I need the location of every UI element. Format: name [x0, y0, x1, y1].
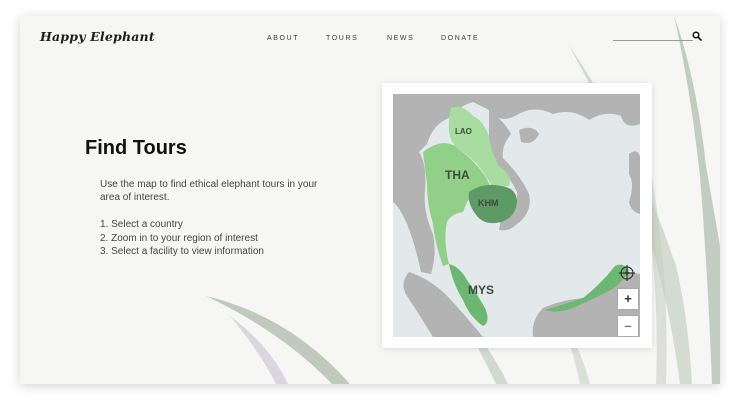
nav-about[interactable]: ABOUT	[267, 35, 299, 42]
map-label-tha: THA	[445, 168, 470, 182]
compass-icon[interactable]	[618, 264, 636, 282]
instruction-step: 2. Zoom in to your region of interest	[100, 232, 258, 244]
map-label-lao: LAO	[455, 127, 472, 136]
map-label-mys: MYS	[468, 283, 494, 297]
zoom-in-button[interactable]: +	[618, 289, 638, 309]
page-title: Find Tours	[85, 137, 187, 159]
map-card: LAO THA KHM MYS + –	[382, 83, 652, 348]
instruction-list: 1. Select a country 2. Zoom in to your r…	[100, 218, 264, 259]
nav-news[interactable]: NEWS	[387, 35, 414, 42]
instruction-step: 3. Select a facility to view information	[100, 246, 264, 257]
nav-donate[interactable]: DONATE	[441, 35, 479, 42]
zoom-out-button[interactable]: –	[618, 316, 638, 336]
page-frame: Happy Elephant ABOUT TOURS NEWS DONATE F…	[20, 16, 720, 384]
intro-text: Use the map to find ethical elephant tou…	[100, 179, 318, 203]
search-input[interactable]	[613, 40, 693, 41]
nav-tours[interactable]: TOURS	[326, 35, 358, 42]
instruction-step: 1. Select a country	[100, 219, 183, 230]
tour-map[interactable]: LAO THA KHM MYS + –	[393, 94, 640, 337]
map-label-khm: KHM	[478, 198, 499, 208]
main-nav: ABOUT TOURS NEWS DONATE	[20, 35, 720, 47]
search-icon[interactable]	[692, 31, 702, 41]
